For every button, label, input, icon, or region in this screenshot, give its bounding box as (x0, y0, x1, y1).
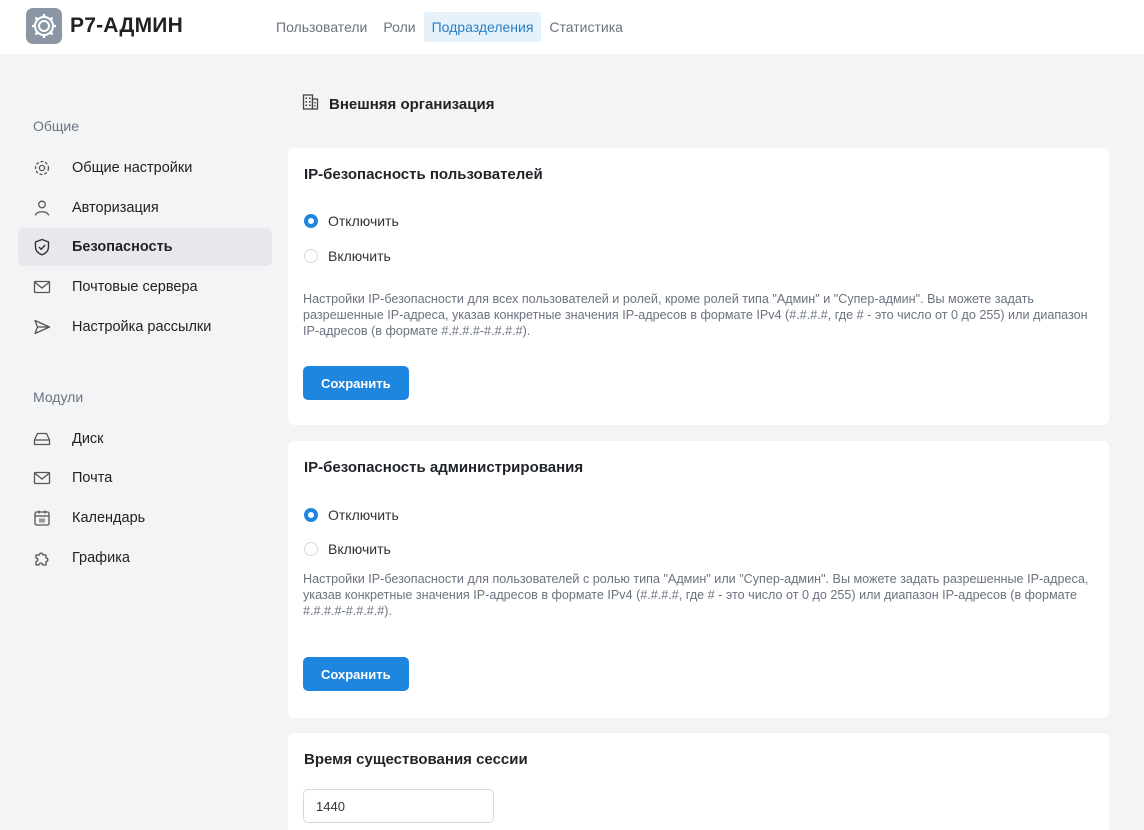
user-ip-security-card: IP-безопасность пользователей Отключить … (288, 148, 1109, 425)
sidebar-item-calendar[interactable]: Календарь (18, 499, 272, 537)
send-icon (32, 317, 52, 337)
sidebar-item-mailing-settings[interactable]: Настройка рассылки (18, 308, 272, 346)
app-logo-text: Р7-АДМИН (70, 14, 183, 37)
shield-icon (32, 237, 52, 257)
radio-label: Включить (328, 248, 391, 264)
tab-departments[interactable]: Подразделения (423, 12, 542, 42)
sidebar-item-label: Настройка рассылки (72, 319, 212, 335)
card-title: Время существования сессии (304, 751, 528, 768)
sidebar-item-label: Почта (72, 470, 113, 486)
sidebar-item-label: Почтовые сервера (72, 279, 198, 295)
top-navigation: Пользователи Роли Подразделения Статисти… (268, 12, 631, 42)
radio-admin-ip-disable[interactable]: Отключить (304, 507, 399, 523)
sidebar-section-general: Общие (33, 118, 80, 134)
sidebar-item-label: Авторизация (72, 200, 159, 216)
building-icon (302, 93, 319, 115)
sidebar-item-disk[interactable]: Диск (18, 420, 272, 458)
page-header: Внешняя организация (302, 93, 494, 115)
sidebar-item-graphics[interactable]: Графика (18, 539, 272, 577)
save-user-ip-button[interactable]: Сохранить (303, 366, 409, 400)
tab-roles[interactable]: Роли (375, 12, 423, 42)
sidebar-item-label: Графика (72, 550, 130, 566)
sidebar-item-mail-servers[interactable]: Почтовые сервера (18, 268, 272, 306)
top-bar: Р7-АДМИН Пользователи Роли Подразделения… (0, 0, 1144, 54)
radio-unchecked-icon (304, 249, 318, 263)
sidebar-item-general-settings[interactable]: Общие настройки (18, 149, 272, 187)
sidebar-item-authorization[interactable]: Авторизация (18, 189, 272, 227)
card-title: IP-безопасность администрирования (304, 459, 584, 476)
radio-label: Отключить (328, 213, 399, 229)
sidebar-item-label: Диск (72, 431, 104, 447)
radio-label: Отключить (328, 507, 399, 523)
sidebar-item-label: Безопасность (72, 239, 173, 255)
tab-users[interactable]: Пользователи (268, 12, 375, 42)
disk-icon (32, 429, 52, 449)
radio-unchecked-icon (304, 542, 318, 556)
envelope-icon (32, 468, 52, 488)
radio-checked-icon (304, 508, 318, 522)
card-title: IP-безопасность пользователей (304, 166, 543, 183)
puzzle-icon (32, 548, 52, 568)
sidebar-item-security[interactable]: Безопасность (18, 228, 272, 266)
tab-statistics[interactable]: Статистика (541, 12, 631, 42)
envelope-icon (32, 277, 52, 297)
page-title: Внешняя организация (329, 95, 495, 113)
radio-checked-icon (304, 214, 318, 228)
session-lifetime-input[interactable] (303, 789, 494, 823)
sidebar-item-mail[interactable]: Почта (18, 459, 272, 497)
radio-user-ip-disable[interactable]: Отключить (304, 213, 399, 229)
radio-user-ip-enable[interactable]: Включить (304, 248, 391, 264)
admin-ip-security-card: IP-безопасность администрирования Отключ… (288, 441, 1109, 718)
gear-icon (32, 158, 52, 178)
sidebar-item-label: Общие настройки (72, 160, 193, 176)
session-lifetime-card: Время существования сессии (288, 733, 1109, 830)
app-logo[interactable] (26, 8, 62, 44)
calendar-icon (32, 508, 52, 528)
radio-label: Включить (328, 541, 391, 557)
sidebar-item-label: Календарь (72, 510, 146, 526)
gear-logo-icon (32, 14, 56, 38)
sidebar-section-modules: Модули (33, 389, 84, 405)
save-admin-ip-button[interactable]: Сохранить (303, 657, 409, 691)
user-icon (32, 198, 52, 218)
user-ip-description: Настройки IP-безопасности для всех польз… (303, 292, 1088, 338)
admin-ip-description: Настройки IP-безопасности для пользовате… (303, 572, 1089, 618)
radio-admin-ip-enable[interactable]: Включить (304, 541, 391, 557)
sidebar: Общие Общие настройки Авторизация Безопа… (0, 54, 288, 830)
